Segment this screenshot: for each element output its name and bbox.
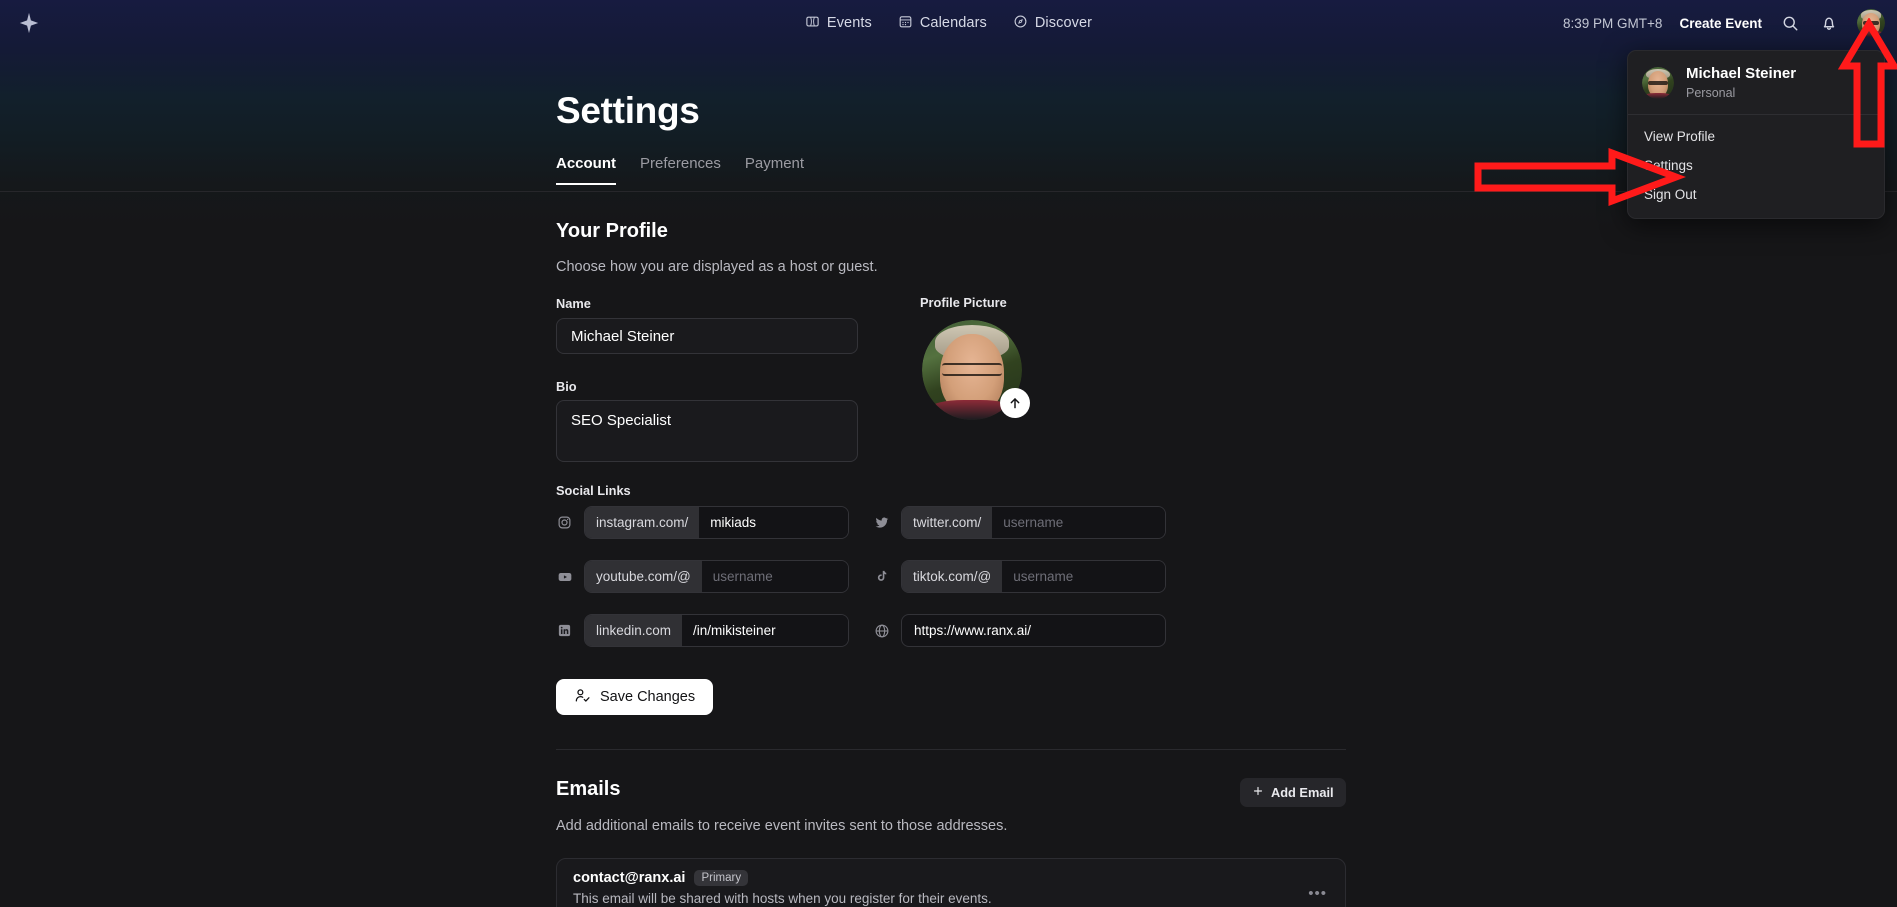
linkedin-username-input[interactable] (682, 615, 848, 646)
current-time: 8:39 PM GMT+8 (1563, 15, 1663, 31)
add-email-button[interactable]: Add Email (1240, 778, 1346, 807)
linkedin-input-group: linkedin.com (584, 614, 849, 647)
social-links-label: Social Links (556, 483, 631, 498)
tabs-divider (0, 191, 1897, 192)
youtube-icon (556, 568, 573, 585)
website-url-input[interactable] (901, 614, 1166, 647)
social-row-website (873, 614, 1166, 647)
profile-picture[interactable] (922, 320, 1030, 420)
twitter-icon (873, 514, 890, 531)
twitter-username-input[interactable] (992, 507, 1165, 538)
social-row-youtube: youtube.com/@ (556, 560, 849, 593)
youtube-input-group: youtube.com/@ (584, 560, 849, 593)
avatar[interactable] (1857, 9, 1885, 37)
dropdown-user-name: Michael Steiner (1686, 65, 1797, 82)
email-row[interactable]: contact@ranx.ai Primary This email will … (556, 858, 1346, 907)
emails-description: Add additional emails to receive event i… (556, 818, 1008, 834)
twitter-prefix: twitter.com/ (902, 507, 993, 538)
nav-item-events[interactable]: Events (805, 14, 872, 33)
user-check-icon (574, 687, 591, 708)
email-note: This email will be shared with hosts whe… (573, 891, 992, 906)
linkedin-icon (556, 622, 573, 639)
instagram-icon (556, 514, 573, 531)
tab-payment[interactable]: Payment (745, 155, 804, 185)
tab-preferences[interactable]: Preferences (640, 155, 721, 185)
section-divider (556, 749, 1346, 750)
social-row-instagram: instagram.com/ (556, 506, 849, 539)
name-input[interactable] (556, 318, 858, 354)
add-email-label: Add Email (1271, 785, 1334, 800)
top-navigation-bar: Events Calendars Discover 8:39 PM GMT+8 … (0, 0, 1897, 46)
compass-icon (1013, 14, 1028, 33)
plus-icon (1252, 785, 1264, 800)
social-row-tiktok: tiktok.com/@ (873, 560, 1166, 593)
nav-item-calendars[interactable]: Calendars (898, 14, 987, 33)
status-badge: Primary (694, 870, 749, 886)
search-icon[interactable] (1779, 12, 1801, 34)
globe-icon (873, 622, 890, 639)
instagram-username-input[interactable] (699, 507, 848, 538)
save-changes-button[interactable]: Save Changes (556, 679, 714, 715)
create-event-button[interactable]: Create Event (1679, 16, 1762, 31)
tiktok-input-group: tiktok.com/@ (901, 560, 1166, 593)
account-dropdown-menu: Michael Steiner Personal View Profile Se… (1627, 50, 1885, 219)
dropdown-item-settings[interactable]: Settings (1628, 151, 1884, 180)
name-field-label: Name (556, 296, 591, 311)
dropdown-item-list: View Profile Settings Sign Out (1628, 115, 1884, 218)
nav-label-events: Events (826, 15, 872, 31)
bio-input[interactable] (556, 400, 858, 462)
dropdown-account-type: Personal (1686, 85, 1736, 100)
your-profile-description: Choose how you are displayed as a host o… (556, 259, 878, 275)
tiktok-username-input[interactable] (1002, 561, 1165, 592)
profile-picture-label: Profile Picture (920, 295, 1007, 310)
nav-label-discover: Discover (1034, 15, 1093, 31)
tiktok-prefix: tiktok.com/@ (902, 561, 1003, 592)
dropdown-account-header[interactable]: Michael Steiner Personal (1628, 51, 1884, 114)
nav-item-discover[interactable]: Discover (1013, 14, 1092, 33)
email-address-line: contact@ranx.ai Primary (573, 870, 1329, 886)
upload-arrow-icon[interactable] (1000, 388, 1030, 418)
social-row-twitter: twitter.com/ (873, 506, 1166, 539)
top-bar-right-cluster: 8:39 PM GMT+8 Create Event (1563, 0, 1885, 46)
your-profile-heading: Your Profile (556, 220, 668, 242)
linkedin-prefix: linkedin.com (585, 615, 683, 646)
tiktok-icon (873, 568, 890, 585)
nav-label-calendars: Calendars (919, 15, 987, 31)
calendar-icon (898, 14, 913, 33)
instagram-prefix: instagram.com/ (585, 507, 700, 538)
youtube-username-input[interactable] (701, 561, 848, 592)
tab-account[interactable]: Account (556, 155, 616, 185)
bio-field-label: Bio (556, 379, 577, 394)
bell-icon[interactable] (1818, 12, 1840, 34)
save-changes-label: Save Changes (600, 689, 696, 705)
youtube-prefix: youtube.com/@ (585, 561, 702, 592)
dropdown-item-sign-out[interactable]: Sign Out (1628, 180, 1884, 209)
emails-heading: Emails (556, 778, 621, 800)
settings-tabs: Account Preferences Payment (556, 155, 804, 185)
avatar (1642, 67, 1674, 99)
ellipsis-icon[interactable]: ••• (1308, 885, 1327, 902)
dropdown-item-view-profile[interactable]: View Profile (1628, 122, 1884, 151)
page-title: Settings (556, 90, 700, 131)
social-row-linkedin: linkedin.com (556, 614, 849, 647)
twitter-input-group: twitter.com/ (901, 506, 1166, 539)
email-address: contact@ranx.ai (573, 870, 686, 886)
ticket-icon (805, 14, 820, 33)
instagram-input-group: instagram.com/ (584, 506, 849, 539)
